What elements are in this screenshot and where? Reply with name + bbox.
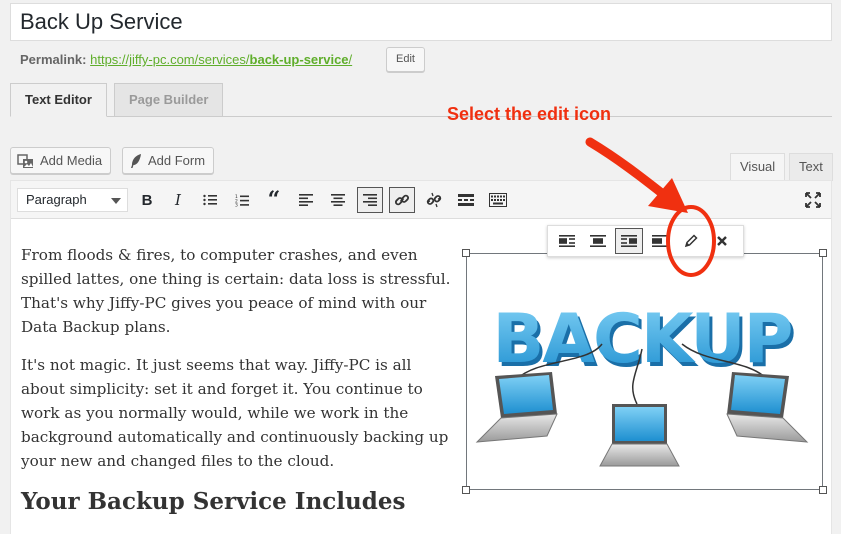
selected-image[interactable]: BACKUP BACKUP xyxy=(462,249,827,494)
remove-link-icon[interactable] xyxy=(421,187,447,213)
image-align-right-icon[interactable] xyxy=(615,228,643,254)
tab-text-editor[interactable]: Text Editor xyxy=(10,83,107,117)
content-paragraph: It's not magic. It just seems that way. … xyxy=(21,356,449,470)
permalink-url-prefix: https://jiffy-pc.com/services/ xyxy=(90,52,250,67)
laptop-left-icon xyxy=(475,372,558,443)
resize-handle[interactable] xyxy=(819,486,827,494)
laptop-right-icon xyxy=(726,372,809,443)
toolbar-toggle-icon[interactable] xyxy=(485,187,511,213)
blockquote-icon[interactable]: “ xyxy=(261,187,287,213)
tab-text[interactable]: Text xyxy=(789,153,833,181)
bullet-list-icon[interactable] xyxy=(197,187,223,213)
add-media-button[interactable]: Add Media xyxy=(10,147,112,174)
insert-link-icon[interactable] xyxy=(389,187,415,213)
align-center-icon[interactable] xyxy=(325,187,351,213)
add-media-label: Add Media xyxy=(40,153,103,168)
add-media-icon xyxy=(17,153,35,169)
backup-image: BACKUP BACKUP xyxy=(475,300,809,467)
laptop-center-icon xyxy=(599,404,680,467)
italic-icon[interactable]: I xyxy=(165,187,191,213)
numbered-list-icon[interactable]: 123 xyxy=(229,187,255,213)
fullscreen-icon[interactable] xyxy=(800,187,826,213)
read-more-icon[interactable] xyxy=(453,187,479,213)
resize-handle[interactable] xyxy=(819,249,827,257)
permalink-edit-button[interactable]: Edit xyxy=(386,47,425,72)
resize-handle[interactable] xyxy=(462,486,470,494)
svg-text:3: 3 xyxy=(235,202,238,206)
content-heading: Your Backup Service Includes xyxy=(21,488,406,515)
post-title-input[interactable]: Back Up Service xyxy=(10,3,832,41)
align-left-icon[interactable] xyxy=(293,187,319,213)
format-select-value: Paragraph xyxy=(26,192,87,207)
format-select[interactable]: Paragraph xyxy=(17,188,128,212)
image-align-none-icon[interactable] xyxy=(646,228,674,254)
permalink-label: Permalink: xyxy=(20,52,87,67)
chevron-down-icon xyxy=(111,198,121,204)
bold-icon[interactable]: B xyxy=(134,187,160,213)
edit-pencil-icon[interactable] xyxy=(677,228,705,254)
resize-handle[interactable] xyxy=(462,249,470,257)
annotation-text: Select the edit icon xyxy=(447,104,612,124)
editor-content[interactable]: From floods & fires, to computer crashes… xyxy=(21,243,451,517)
add-form-button[interactable]: Add Form xyxy=(122,147,215,174)
permalink-url[interactable]: https://jiffy-pc.com/services/back-up-se… xyxy=(90,52,352,67)
feather-icon xyxy=(129,153,143,169)
remove-icon[interactable] xyxy=(708,228,736,254)
editor-toolbar: Paragraph B I 123 “ xyxy=(11,181,831,219)
permalink: Permalink: https://jiffy-pc.com/services… xyxy=(20,50,352,70)
permalink-url-slug: back-up-service xyxy=(249,52,349,67)
permalink-url-suffix: / xyxy=(348,52,353,67)
add-form-label: Add Form xyxy=(148,153,206,168)
align-right-icon[interactable] xyxy=(357,187,383,213)
image-align-center-icon[interactable] xyxy=(584,228,612,254)
tab-visual[interactable]: Visual xyxy=(730,153,786,181)
content-paragraph: From floods & fires, to computer crashes… xyxy=(21,246,451,336)
editor-area: Paragraph B I 123 “ From floods & fires,… xyxy=(10,180,832,534)
image-align-left-icon[interactable] xyxy=(553,228,581,254)
tab-page-builder[interactable]: Page Builder xyxy=(114,83,224,117)
image-toolbar xyxy=(547,225,744,257)
